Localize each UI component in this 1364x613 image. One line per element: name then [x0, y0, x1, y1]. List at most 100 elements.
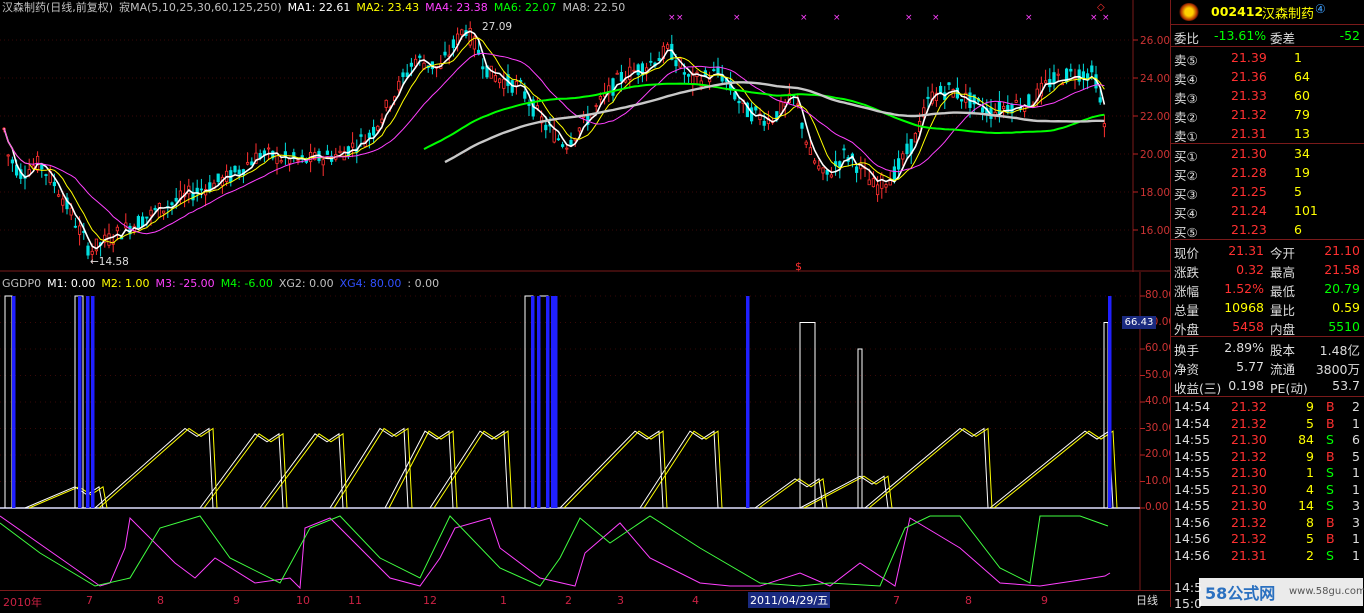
stat-value: 20.79: [1324, 281, 1360, 296]
candle-body: [325, 150, 330, 155]
tick-volume: 1: [1306, 465, 1314, 480]
candle-body: [636, 64, 640, 75]
tick-price: 21.30: [1231, 481, 1267, 497]
price-axis-tick: 20.00: [1140, 149, 1171, 161]
stat-value: 2.89%: [1224, 340, 1264, 355]
tick-time: 15:0: [1174, 596, 1203, 611]
candle-body: [300, 155, 304, 158]
candle-body: [1098, 97, 1102, 103]
candle-body: [611, 78, 615, 96]
tick-price: 21.30: [1231, 432, 1267, 447]
tick-side: B: [1326, 514, 1335, 530]
candle-body: [813, 160, 817, 164]
candle-body: [913, 132, 918, 143]
x-axis-label: 10: [296, 594, 310, 607]
candle-body: [544, 124, 548, 131]
bid-volume: 34: [1294, 146, 1310, 161]
bid-price: 21.24: [1231, 203, 1267, 218]
candle-body: [401, 72, 405, 77]
signal-marker: ×: [932, 13, 940, 23]
candle-body: [556, 138, 561, 141]
candle-body: [460, 29, 464, 36]
tick-price: 21.32: [1231, 531, 1267, 546]
tick-volume: 14: [1298, 498, 1314, 513]
stat-value: 21.10: [1324, 243, 1360, 258]
stat-label: 换手: [1174, 343, 1200, 358]
candle-body: [1081, 71, 1085, 79]
candle-body: [737, 100, 741, 104]
candle-body: [577, 127, 582, 132]
candle-body: [321, 159, 325, 166]
stock-code: 002412: [1211, 4, 1264, 19]
candle-body: [754, 106, 758, 111]
candle-body: [762, 120, 766, 126]
candle-body: [682, 72, 687, 75]
stat-value: 5.77: [1236, 359, 1264, 374]
stat-label: 净资: [1174, 362, 1200, 377]
bid-volume: 6: [1294, 222, 1302, 237]
diamond-icon[interactable]: ◇: [1097, 2, 1105, 13]
tick-volume: 8: [1306, 514, 1314, 530]
xg4-bar: [91, 296, 95, 508]
bid-price: 21.30: [1231, 146, 1267, 161]
bid-label: 买①: [1174, 149, 1198, 164]
period-label[interactable]: 日线: [1136, 592, 1158, 608]
m2-line: [28, 427, 1118, 509]
candle-body: [149, 209, 153, 216]
tick-count: 2: [1352, 399, 1360, 414]
x-axis-label: 2: [565, 594, 572, 607]
candle-body: [367, 132, 372, 138]
candle-body: [569, 139, 573, 145]
bid-row: 买③ 21.25 5: [1174, 183, 1364, 202]
candle-body: [397, 80, 401, 91]
stat-row: 净资 5.77 流通 3800万: [1174, 358, 1364, 377]
stat-label: 涨跌: [1174, 265, 1200, 280]
candle-body: [6, 154, 10, 157]
ask-row: 卖④ 21.36 64: [1174, 68, 1364, 87]
m3-line: [0, 515, 1111, 590]
candle-body: [174, 197, 178, 202]
tick-time: 14:5: [1174, 580, 1203, 595]
tick-count: 1: [1352, 465, 1360, 480]
candle-body: [157, 202, 161, 218]
stat-label: 股本: [1270, 343, 1296, 358]
candle-body: [901, 153, 905, 160]
webi-row: 委比 -13.61% 委差 -52: [1174, 27, 1364, 46]
candle-body: [997, 101, 1002, 115]
candle-body: [161, 210, 166, 214]
candle-body: [1014, 100, 1018, 103]
weicha-value: -52: [1339, 28, 1360, 43]
tick-count: 1: [1352, 547, 1360, 563]
candle-body: [52, 181, 57, 187]
bid-price: 21.23: [1231, 222, 1267, 237]
candle-body: [619, 72, 624, 82]
signal-marker: ×: [905, 13, 913, 23]
candle-body: [687, 74, 691, 77]
candle-body: [409, 62, 414, 67]
candle-body: [628, 66, 632, 80]
stat-row: 现价 21.31 今开 21.10: [1174, 242, 1364, 261]
stat-value: 3800万: [1315, 362, 1360, 377]
signal-marker: ×: [733, 13, 741, 23]
candle-body: [981, 107, 985, 113]
candle-body: [346, 146, 351, 156]
tick-price: 21.32: [1231, 448, 1267, 464]
candle-body: [350, 142, 355, 148]
candle-body: [384, 99, 388, 108]
stat-value: 21.31: [1228, 243, 1264, 258]
candle-body: [842, 148, 846, 151]
stock-logo-icon: [1179, 3, 1199, 21]
candle-body: [451, 39, 456, 48]
main-chart[interactable]: 汉森制药(日线,前复权) 寂MA(5,10,25,30,60,125,250) MA…: [0, 0, 1175, 609]
candle-body: [90, 250, 94, 255]
watermark-logo: 58公式网: [1205, 584, 1276, 603]
stat-value: 0.59: [1332, 300, 1360, 315]
tick-count: 3: [1352, 514, 1360, 530]
signal-marker: ×: [1025, 13, 1033, 23]
stock-name: 汉森制药: [1262, 7, 1315, 22]
candle-body: [371, 126, 376, 136]
watermark-url: www.58gu.com: [1289, 586, 1364, 597]
ask-price: 21.36: [1231, 69, 1267, 84]
candle-body: [821, 167, 825, 174]
candle-body: [867, 179, 871, 186]
